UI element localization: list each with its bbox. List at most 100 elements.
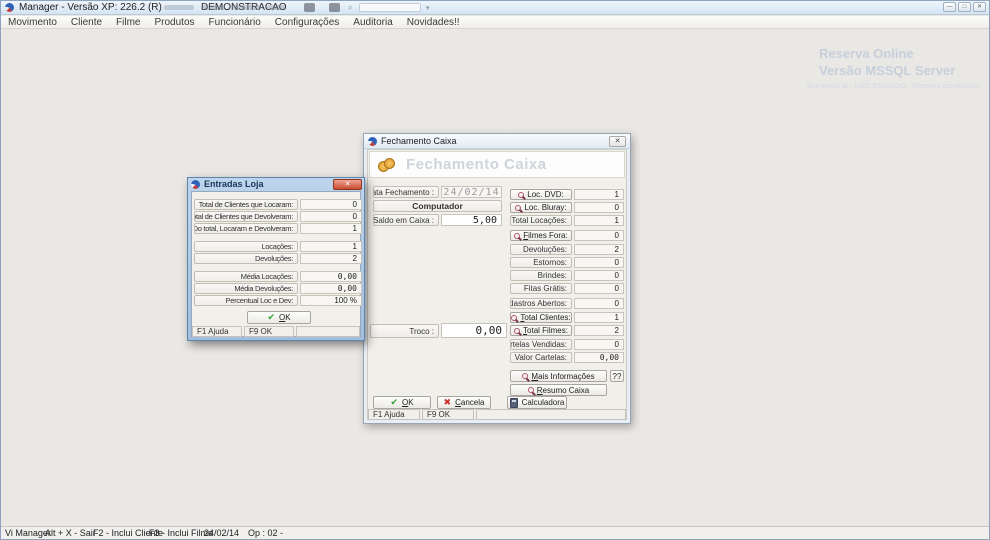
locaram-e-devolveram-value: 1	[300, 223, 362, 234]
chevron-down-icon[interactable]: ▾	[426, 4, 430, 12]
resumo-caixa-button[interactable]: Resumo Caixa	[510, 384, 607, 396]
coins-icon	[378, 157, 398, 173]
percentual-loc-dev-value: 100 %	[300, 295, 362, 306]
valor-cartelas-label: Valor Cartelas:	[510, 352, 572, 363]
calculator-icon	[510, 398, 518, 408]
estornos-label: Estornos:	[510, 257, 572, 268]
overlay-tool-icon[interactable]	[304, 3, 315, 12]
ghost-toolbar-item	[164, 5, 194, 10]
fitas-gratis-label: Fitas Grátis:	[510, 283, 572, 294]
menu-funcionario[interactable]: Funcionário	[202, 17, 268, 28]
fechamento-cancela-button[interactable]: ✖Cancela	[437, 396, 491, 409]
cartelas-vendidas-label: Cartelas Vendidas:	[510, 339, 572, 350]
total-locacoes-label: Total Locações:	[510, 215, 572, 226]
app-logo-icon	[5, 3, 14, 12]
menubar: Movimento Cliente Filme Produtos Funcion…	[1, 16, 989, 29]
dialog-logo-icon	[191, 180, 200, 189]
total-clientes-value: 1	[574, 312, 624, 323]
overlay-search-input[interactable]	[359, 3, 421, 12]
status-vi-manager: Vi Manager	[5, 528, 51, 538]
media-locacoes-value: 0,00	[300, 271, 362, 282]
magnifier-icon	[511, 315, 517, 321]
watermark-versao-mssql: Versão MSSQL Server	[819, 63, 955, 78]
watermark-reserva-online: Reserva Online	[819, 46, 914, 61]
locacoes-label: Locações:	[194, 241, 298, 252]
clientes-devolveram-label: Total de Clientes que Devolveram:	[194, 211, 298, 222]
close-button[interactable]: ✕	[973, 2, 986, 12]
menu-auditoria[interactable]: Auditoria	[346, 17, 399, 28]
fechamento-ok-button[interactable]: ✔OK	[373, 396, 431, 409]
statusbar-filler	[476, 409, 626, 420]
total-locacoes-value: 1	[574, 215, 624, 226]
search-icon: ⌕	[348, 3, 352, 12]
f1-ajuda-hint: F1 Ajuda	[368, 409, 420, 420]
fitas-gratis-value: 0	[574, 283, 624, 294]
computador-header[interactable]: Computador	[373, 200, 502, 212]
menu-novidades[interactable]: Novidades!!	[400, 17, 467, 28]
filmes-fora-button[interactable]: Filmes Fora:	[510, 230, 572, 241]
help-question-button[interactable]: ??	[610, 370, 624, 382]
fechamento-statusbar: F1 Ajuda F9 OK	[368, 409, 626, 420]
menu-cliente[interactable]: Cliente	[64, 17, 109, 28]
devolucoes-entradas-label: Devoluções:	[194, 253, 298, 264]
menu-movimento[interactable]: Movimento	[1, 17, 64, 28]
devolucoes-entradas-value: 2	[300, 253, 362, 264]
brindes-value: 0	[574, 270, 624, 281]
troco-label: Troco :	[370, 324, 439, 338]
clientes-locaram-value: 0	[300, 199, 362, 210]
menu-filme[interactable]: Filme	[109, 17, 147, 28]
mais-informacoes-button[interactable]: Mais Informações	[510, 370, 607, 382]
f1-ajuda-hint: F1 Ajuda	[192, 326, 242, 337]
clientes-devolveram-value: 0	[300, 211, 362, 222]
calculadora-button[interactable]: Calculadora	[507, 396, 567, 409]
cartelas-vendidas-value: 0	[574, 339, 624, 350]
fechamento-header-panel: Fechamento Caixa	[369, 151, 625, 178]
magnifier-icon	[515, 205, 521, 211]
window-titlebar: Manager - Versão XP: 226.2 (R) DEMONSTRA…	[1, 1, 989, 15]
loc-bluray-button[interactable]: Loc. Bluray:	[510, 202, 572, 213]
minimize-button[interactable]: —	[943, 2, 956, 12]
media-devolucoes-label: Média Devoluções:	[194, 283, 298, 294]
percentual-loc-dev-label: Percentual Loc e Dev:	[194, 295, 298, 306]
total-filmes-button[interactable]: Total Filmes:	[510, 325, 572, 336]
fechamento-titlebar[interactable]: Fechamento Caixa ✕	[364, 134, 630, 149]
menu-configuracoes[interactable]: Configurações	[268, 17, 346, 28]
brindes-label: Brindes:	[510, 270, 572, 281]
data-fechamento-value: 24/02/14	[441, 186, 502, 198]
fechamento-close-button[interactable]: ✕	[609, 136, 626, 147]
devolucoes-value: 2	[574, 244, 624, 255]
menu-produtos[interactable]: Produtos	[148, 17, 202, 28]
ghost-toolbar-item	[201, 5, 225, 10]
magnifier-icon	[514, 233, 520, 239]
cross-icon: ✖	[444, 397, 452, 408]
media-locacoes-label: Média Locações:	[194, 271, 298, 282]
loc-dvd-value: 1	[574, 189, 624, 200]
loc-dvd-button[interactable]: Loc. DVD:	[510, 189, 572, 200]
filmes-fora-value: 0	[574, 230, 624, 241]
estornos-value: 0	[574, 257, 624, 268]
clientes-locaram-label: Total de Clientes que Locaram:	[194, 199, 298, 210]
locaram-e-devolveram-label: Do total, Locaram e Devolveram:	[194, 223, 298, 234]
cadastros-abertos-value: 0	[574, 298, 624, 309]
troco-value[interactable]: 0,00	[441, 323, 507, 338]
status-date: 24/02/14	[204, 528, 239, 538]
magnifier-icon	[518, 192, 524, 198]
magnifier-icon	[528, 387, 534, 393]
total-clientes-button[interactable]: Total Clientes:	[510, 312, 572, 323]
ghost-toolbar-item	[233, 5, 261, 10]
entradas-titlebar[interactable]: Entradas Loja ✕	[188, 178, 364, 191]
statusbar-filler	[296, 326, 360, 337]
maximize-button[interactable]: □	[958, 2, 971, 12]
dialog-logo-icon	[368, 137, 377, 146]
devolucoes-label: Devoluções:	[510, 244, 572, 255]
entradas-statusbar: F1 Ajuda F9 OK	[192, 326, 360, 337]
entradas-close-button[interactable]: ✕	[333, 179, 362, 190]
check-icon: ✔	[390, 397, 398, 408]
overlay-tool-icon[interactable]	[329, 3, 340, 12]
entradas-ok-button[interactable]: ✔OK	[247, 311, 311, 324]
magnifier-icon	[514, 328, 520, 334]
saldo-em-caixa-value[interactable]: 5,00	[441, 214, 502, 226]
check-icon: ✔	[267, 312, 275, 323]
ghost-toolbar-item	[267, 5, 285, 10]
window-title: Manager - Versão XP: 226.2 (R)	[19, 2, 162, 13]
